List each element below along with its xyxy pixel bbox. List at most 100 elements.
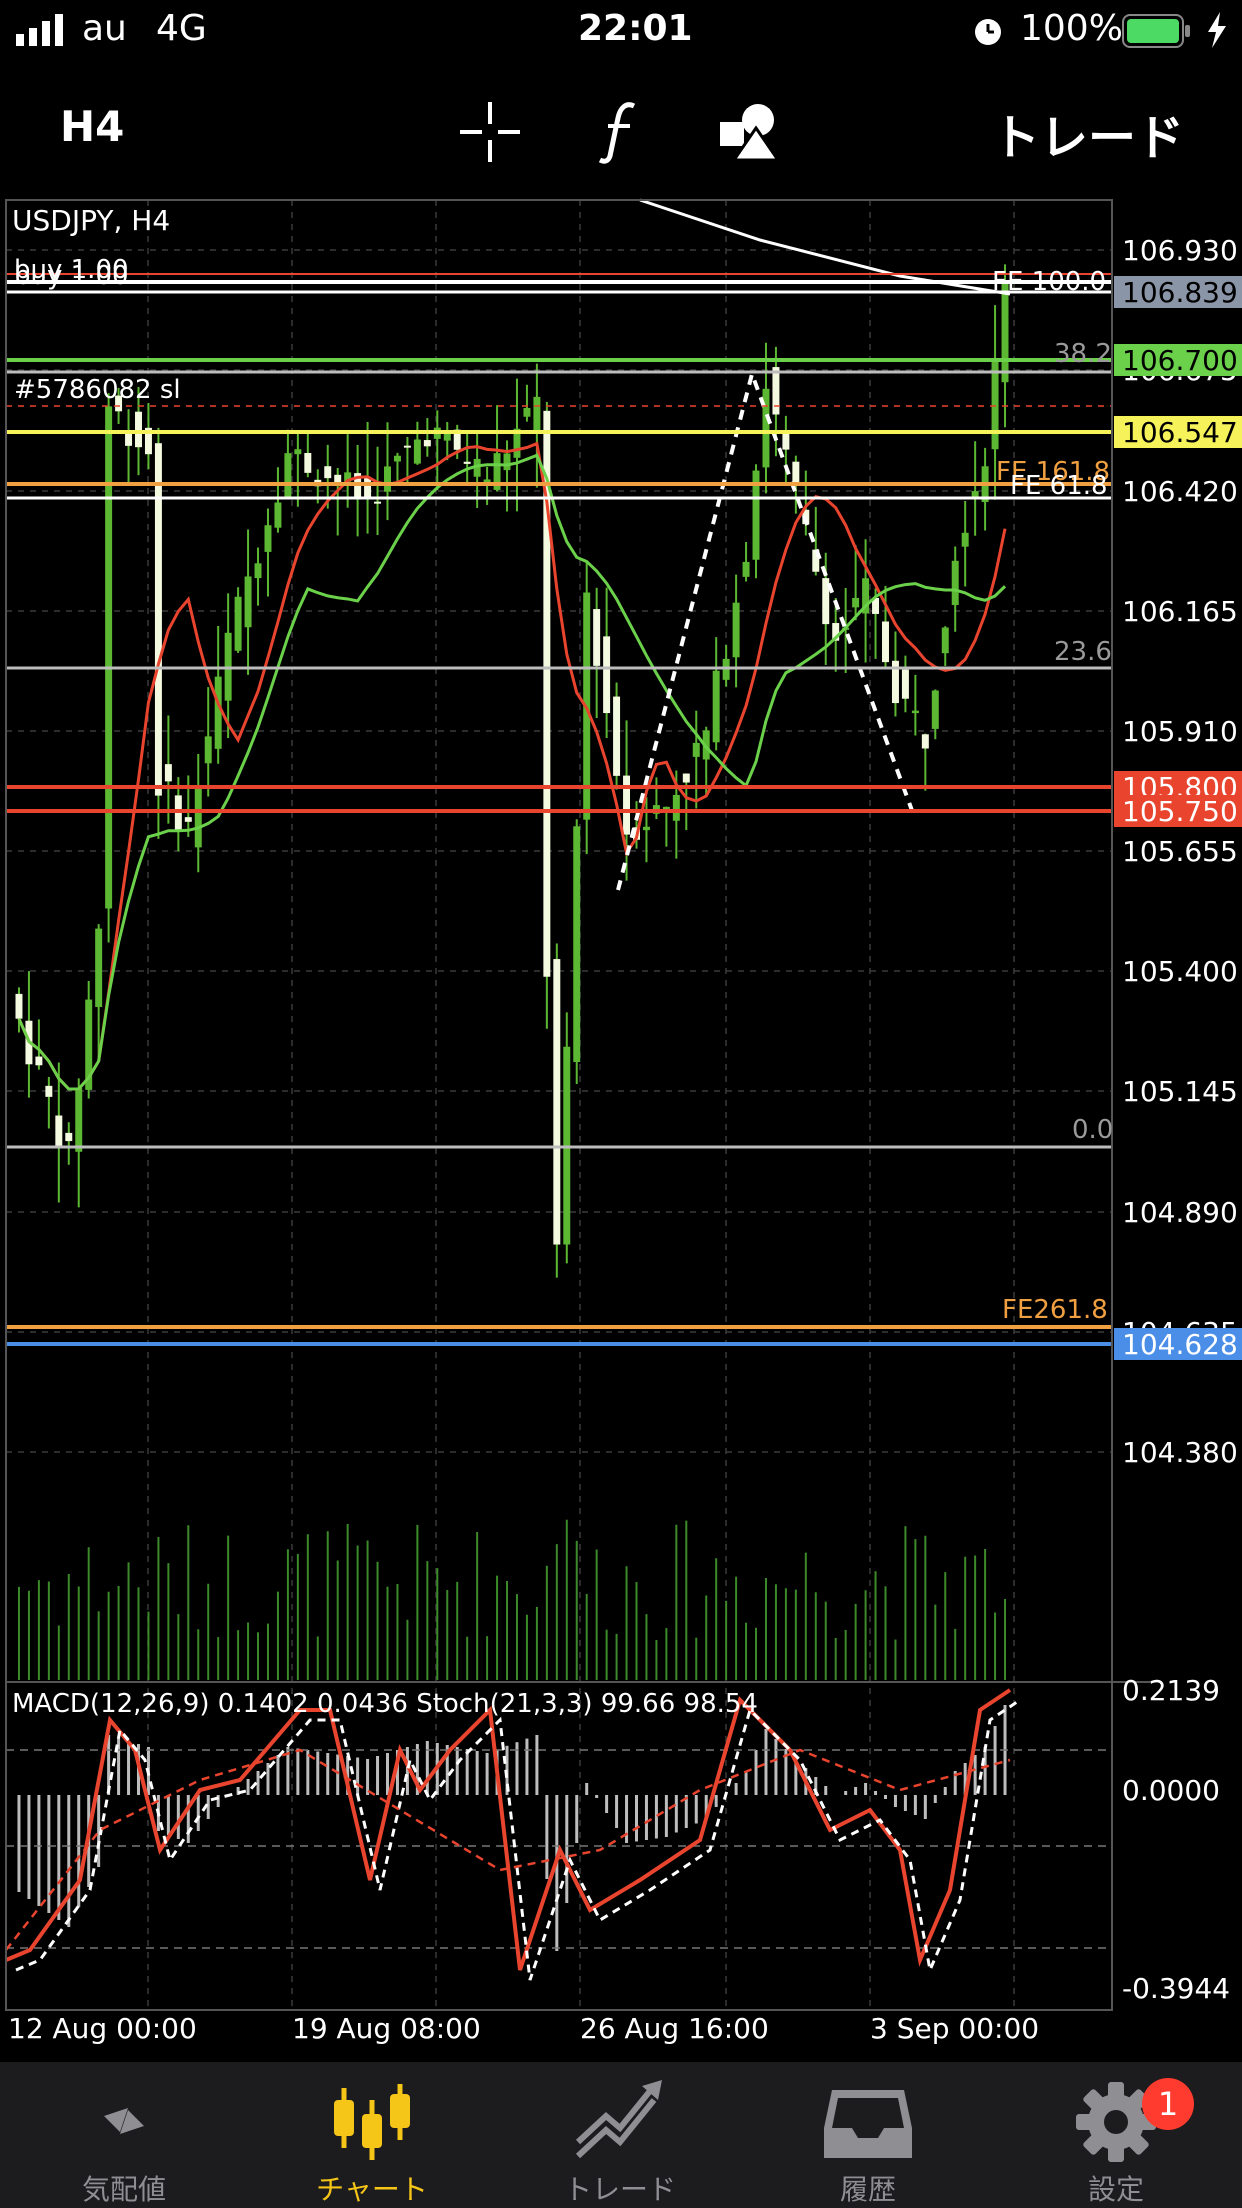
candle-body	[961, 532, 969, 547]
candle-body	[384, 466, 391, 492]
indicator-tick-label: 0.2139	[1122, 1674, 1220, 1707]
candle-body	[931, 690, 939, 729]
candle-body	[911, 710, 919, 714]
trade-button[interactable]: トレード	[992, 98, 1184, 168]
candle-body	[852, 597, 860, 608]
price-tag-label: 106.700	[1122, 344, 1238, 377]
candle-body	[125, 432, 133, 446]
battery-icon	[1122, 14, 1190, 48]
candle-body	[95, 928, 103, 1007]
candle-body	[742, 561, 750, 577]
toolbar: H4 トレード	[0, 62, 1242, 192]
candle-body	[533, 396, 541, 434]
candle-body	[164, 764, 172, 782]
time-tick-label: 12 Aug 00:00	[8, 2012, 197, 2045]
candle-body	[732, 602, 740, 658]
candle-body	[184, 817, 192, 822]
tab-chart[interactable]: チャート	[248, 2062, 496, 2208]
candle-body	[712, 670, 720, 743]
candle-body	[324, 466, 332, 479]
candle-body	[244, 576, 252, 628]
candle-body	[553, 959, 561, 1245]
candle-body	[403, 445, 411, 448]
price-tag-label: 106.839	[1122, 276, 1238, 309]
candle-body	[623, 775, 631, 835]
timeframe-button[interactable]: H4	[60, 102, 124, 151]
candle-body	[254, 563, 262, 579]
candle-body	[951, 560, 959, 606]
quotes-icon	[84, 2090, 164, 2152]
candle-body	[393, 455, 401, 462]
candle-body	[941, 627, 949, 654]
crosshair-icon[interactable]	[460, 102, 520, 162]
indicator-label: MACD(12,26,9) 0.1402 0.0436 Stoch(21,3,3…	[12, 1689, 758, 1719]
price-chart[interactable]: 106.930106.675106.420106.165105.910105.6…	[0, 190, 1242, 2060]
candle-body	[15, 993, 23, 1019]
candle-body	[284, 453, 292, 499]
price-tick-label: 104.890	[1122, 1196, 1238, 1229]
candle-body	[264, 525, 272, 552]
candle-body	[921, 734, 929, 749]
candle-body	[692, 742, 700, 757]
candle-body	[523, 408, 531, 417]
settings-badge: 1	[1142, 2078, 1194, 2130]
fib-label: FE 61.8	[1010, 471, 1108, 501]
price-tick-label: 106.420	[1122, 475, 1238, 508]
price-tick-label: 104.380	[1122, 1436, 1238, 1469]
candle-body	[423, 440, 431, 447]
price-tick-label: 105.145	[1122, 1075, 1238, 1108]
candle-body	[154, 443, 162, 796]
candle-body	[55, 1115, 63, 1148]
price-tag-label: 104.628	[1122, 1328, 1238, 1361]
fib-label: FE261.8	[1002, 1295, 1108, 1325]
candle-body	[672, 794, 680, 821]
battery-percent: 100%	[1020, 8, 1123, 49]
time-tick-label: 26 Aug 16:00	[580, 2012, 769, 2045]
candle-body	[413, 439, 421, 464]
candle-body	[214, 676, 222, 749]
tab-history[interactable]: 履歴	[744, 2062, 992, 2208]
shapes-icon[interactable]	[718, 98, 782, 162]
candle-body	[45, 1085, 53, 1097]
candle-body	[234, 596, 242, 651]
candle-body	[274, 502, 282, 528]
tab-trade[interactable]: トレード	[496, 2062, 744, 2208]
function-icon[interactable]	[598, 100, 642, 164]
candle-body	[682, 773, 690, 783]
tab-chart-label: チャート	[316, 2173, 428, 2206]
candle-body	[294, 449, 302, 455]
tab-trade-label: トレード	[563, 2173, 676, 2206]
status-bar: au 4G 22:01 100%	[0, 0, 1242, 62]
carrier-label: au	[82, 8, 127, 49]
price-tag-label: 106.547	[1122, 416, 1238, 449]
price-tick-label: 106.930	[1122, 234, 1238, 267]
candle-body	[593, 609, 601, 666]
fib-label: 23.6	[1054, 637, 1112, 667]
ticket-label: #5786082 sl	[14, 375, 181, 405]
tab-quotes[interactable]: 気配値	[0, 2062, 248, 2208]
price-tick-label: 105.400	[1122, 955, 1238, 988]
price-tick-label: 106.165	[1122, 595, 1238, 628]
candle-body	[194, 787, 202, 848]
tab-settings[interactable]: 設定	[992, 2062, 1240, 2208]
tab-bar: 気配値 チャート トレード 履歴 設定	[0, 2062, 1242, 2208]
price-tag-label: 105.750	[1122, 795, 1238, 828]
time-tick-label: 19 Aug 08:00	[292, 2012, 481, 2045]
charging-icon	[1208, 12, 1226, 48]
alarm-icon	[975, 19, 1001, 45]
indicator-tick-label: 0.0000	[1122, 1774, 1220, 1807]
candle-body	[772, 367, 780, 415]
candle-body	[304, 452, 312, 473]
candle-body	[364, 477, 372, 498]
candle-body	[573, 826, 581, 1062]
trade-icon	[575, 2080, 662, 2159]
candle-body	[65, 1132, 73, 1142]
fib-label: FE 100.0	[992, 267, 1106, 297]
candle-body	[174, 795, 182, 832]
tab-quotes-label: 気配値	[81, 2173, 166, 2206]
candle-body	[374, 501, 382, 504]
candle-body	[901, 669, 909, 699]
candle-body	[135, 411, 142, 448]
candle-body	[463, 461, 471, 464]
signal-icon	[16, 14, 63, 46]
